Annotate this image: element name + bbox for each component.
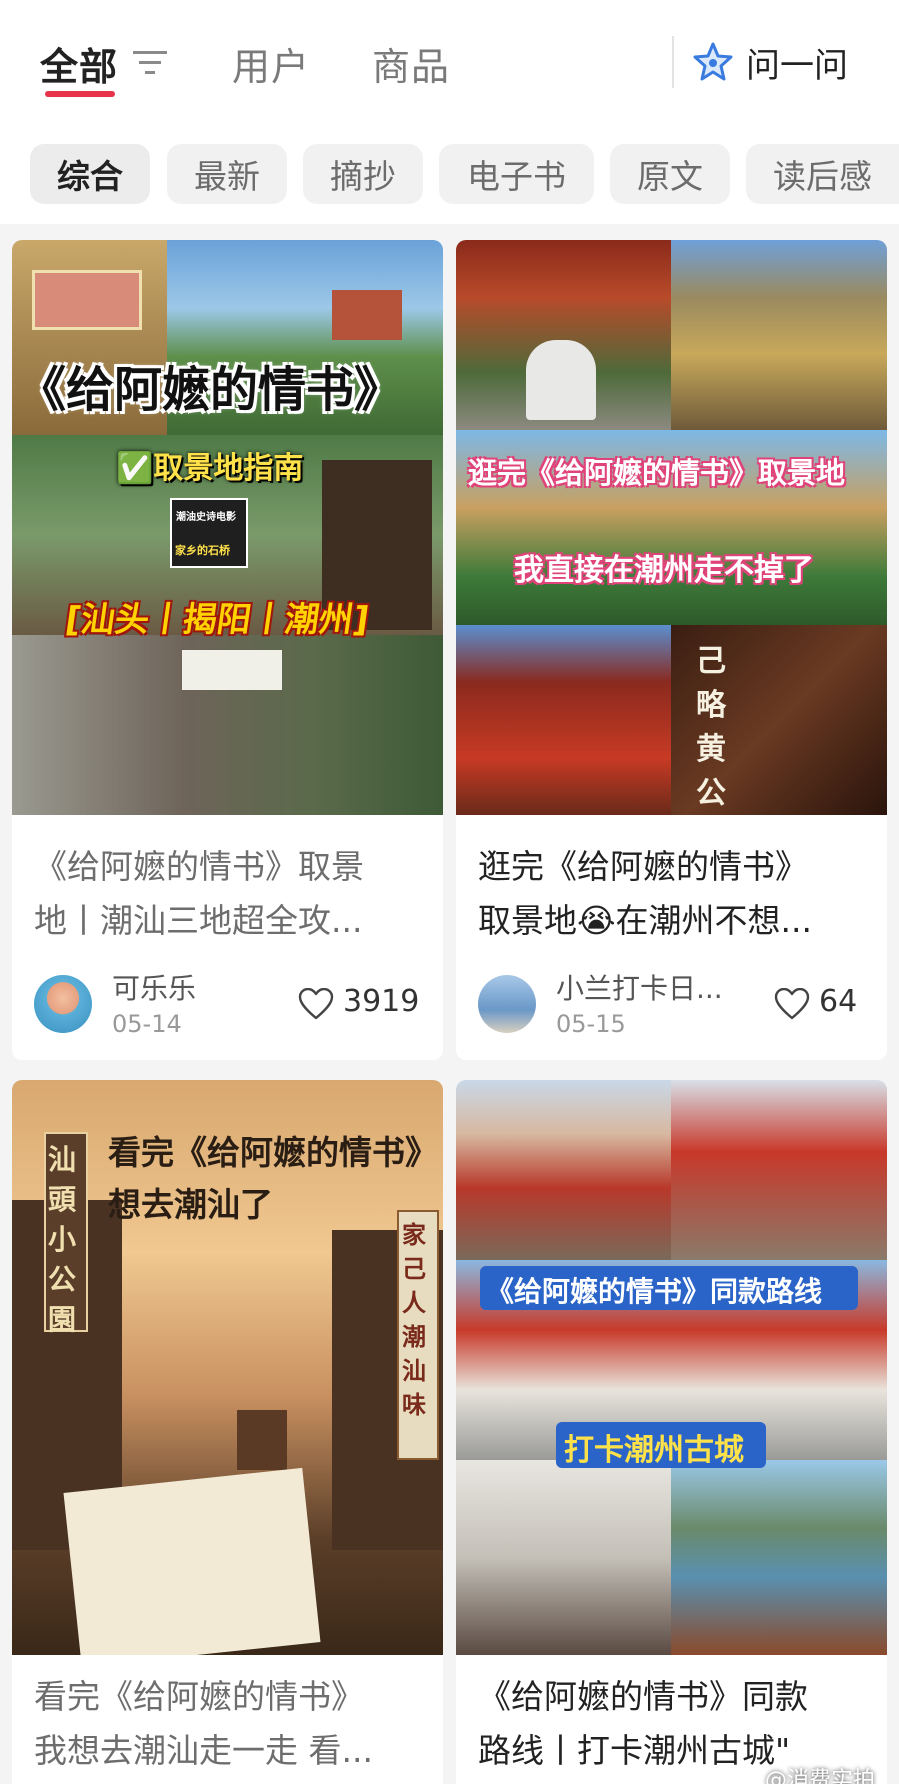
active-tab-indicator (45, 91, 115, 97)
note-card[interactable]: 《给阿嬷的情书》同款路线 打卡潮州古城 《给阿嬷的情书》同款 路线丨打卡潮州古城… (456, 1080, 887, 1784)
clapper-subtext: 家乡的石桥 (175, 544, 230, 557)
card-title-line: 《给阿嬷的情书》取景 (34, 847, 364, 886)
tab-goods[interactable]: 商品 (372, 36, 450, 91)
note-card[interactable]: 逛完《给阿嬷的情书》取景地 我直接在潮州走不掉了 己略黄公祠 逛完《给阿嬷的情书… (456, 240, 887, 1060)
chip-excerpt[interactable]: 摘抄 (303, 144, 423, 204)
author-avatar[interactable] (34, 975, 92, 1033)
card-title[interactable]: 《给阿嬷的情书》取景 地丨潮汕三地超全攻... (34, 840, 434, 948)
cover-overlay-line2: 想去潮汕了 (108, 1185, 273, 1224)
chip-original[interactable]: 原文 (610, 144, 730, 204)
card-title-line: 《给阿嬷的情书》同款 (478, 1677, 808, 1716)
post-date: 05-15 (556, 1010, 626, 1038)
card-title-line: 逛完《给阿嬷的情书》 (478, 847, 808, 886)
cover-overlay-places: [汕头丨揭阳丨潮州] (62, 600, 372, 640)
post-date: 05-14 (112, 1010, 182, 1038)
watermark: @消费实拍 (764, 1768, 875, 1784)
cover-overlay-line2: 我直接在潮州走不掉了 (514, 553, 814, 588)
cover-overlay-line1: 看完《给阿嬷的情书》 (108, 1133, 438, 1172)
card-title-line: 地丨潮汕三地超全攻... (34, 901, 363, 940)
cover-overlay-line1: 《给阿嬷的情书》同款路线 (486, 1275, 823, 1308)
nav-divider (672, 36, 674, 88)
like-count: 64 (819, 984, 858, 1019)
card-cover-image[interactable]: 《给阿嬷的情书》同款路线 打卡潮州古城 (456, 1080, 887, 1655)
filter-icon[interactable] (133, 48, 167, 76)
like-count: 3919 (343, 984, 420, 1019)
tab-users[interactable]: 用户 (232, 36, 310, 91)
chip-ebook[interactable]: 电子书 (439, 144, 594, 204)
chip-review[interactable]: 读后感 (746, 144, 899, 204)
author-avatar[interactable] (478, 975, 536, 1033)
filter-chips: 综合 最新 摘抄 电子书 原文 读后感 (0, 122, 899, 224)
author-name[interactable]: 小兰打卡日... (556, 967, 723, 1007)
plaque-text: 己略黄公祠 (696, 644, 726, 811)
card-cover-image[interactable]: 《给阿嬷的情书》 ✅取景地指南 潮油史诗电影 家乡的石桥 [汕头丨揭阳丨潮州] (12, 240, 443, 815)
left-sign-text: 汕頭小公園 (48, 1143, 77, 1336)
note-card[interactable]: 汕頭小公園 家己人潮汕味 看完《给阿嬷的情书》 想去潮汕了 看完《给阿嬷的情书》… (12, 1080, 443, 1784)
tab-all[interactable]: 全部 (40, 36, 118, 91)
card-title[interactable]: 逛完《给阿嬷的情书》 取景地😭在潮州不想... (478, 840, 878, 948)
cover-overlay-title: 《给阿嬷的情书》 (18, 362, 403, 418)
ask-button[interactable]: 问一问 (692, 36, 848, 88)
cover-overlay-line2: 打卡潮州古城 (564, 1433, 744, 1468)
card-title-line: 取景地😭在潮州不想... (478, 901, 813, 940)
card-title-line: 我想去潮汕走一走 看... (34, 1731, 373, 1770)
ask-label: 问一问 (746, 45, 848, 86)
cover-overlay-subtitle: ✅取景地指南 (116, 451, 304, 486)
clapper-text: 潮油史诗电影 (176, 512, 236, 523)
card-cover-image[interactable]: 汕頭小公園 家己人潮汕味 看完《给阿嬷的情书》 想去潮汕了 (12, 1080, 443, 1655)
chip-latest[interactable]: 最新 (167, 144, 287, 204)
card-title-line: 看完《给阿嬷的情书》 (34, 1677, 364, 1716)
author-name[interactable]: 可乐乐 (112, 967, 196, 1007)
cover-overlay-line1: 逛完《给阿嬷的情书》取景地 (468, 456, 846, 490)
chip-comprehensive[interactable]: 综合 (30, 144, 150, 204)
card-cover-image[interactable]: 逛完《给阿嬷的情书》取景地 我直接在潮州走不掉了 己略黄公祠 (456, 240, 887, 815)
top-nav: 全部 用户 商品 问一问 (0, 0, 899, 122)
note-card[interactable]: 《给阿嬷的情书》 ✅取景地指南 潮油史诗电影 家乡的石桥 [汕头丨揭阳丨潮州] … (12, 240, 443, 1060)
heart-icon[interactable] (774, 988, 810, 1020)
heart-icon[interactable] (298, 988, 334, 1020)
ask-star-icon (693, 42, 733, 81)
search-results-screen: 全部 用户 商品 问一问 综合 最新 摘抄 电子书 原文 读后感 《给阿嬷的情书… (0, 0, 899, 1784)
right-sign-text: 家己人潮汕味 (402, 1221, 426, 1419)
card-title[interactable]: 看完《给阿嬷的情书》 我想去潮汕走一走 看... (34, 1670, 434, 1778)
